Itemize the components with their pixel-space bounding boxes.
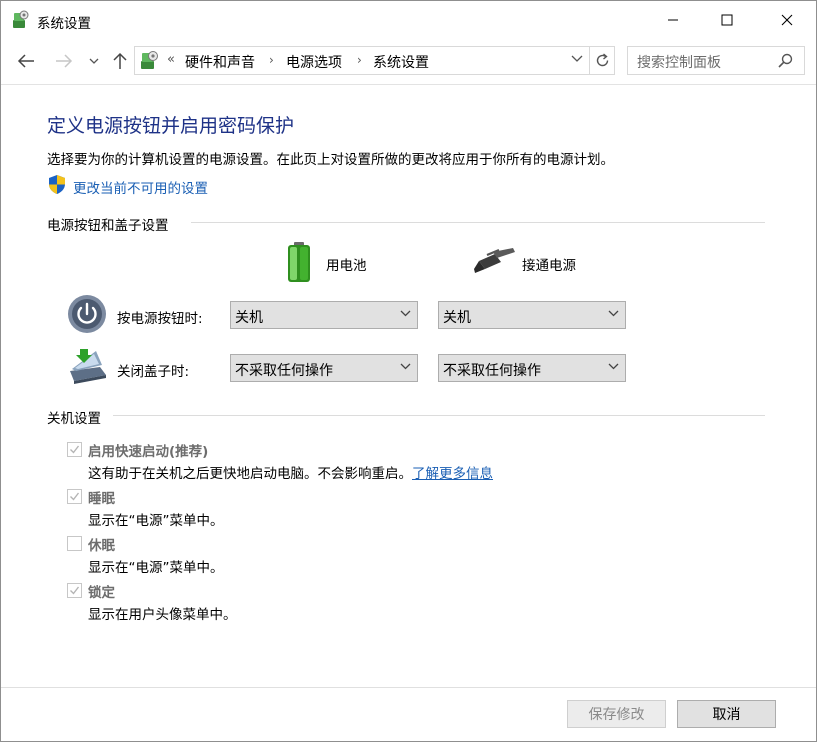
lock-label: 锁定 bbox=[88, 585, 115, 601]
hibernate-description: 显示在“电源”菜单中。 bbox=[88, 560, 224, 576]
battery-column-header: 用电池 bbox=[326, 258, 367, 274]
fast-startup-description: 这有助于在关机之后更快地启动电脑。不会影响重启。了解更多信息 bbox=[88, 462, 493, 482]
power-button-plugged-select[interactable]: 关机 bbox=[438, 301, 626, 329]
refresh-button[interactable] bbox=[590, 46, 615, 75]
breadcrumb-overflow[interactable]: « bbox=[167, 52, 175, 67]
power-button-icon bbox=[68, 295, 106, 333]
uac-shield-icon bbox=[49, 175, 65, 194]
refresh-icon bbox=[596, 53, 608, 67]
close-icon bbox=[781, 14, 793, 26]
selected-value: 关机 bbox=[235, 310, 263, 326]
window-title: 系统设置 bbox=[37, 16, 91, 32]
breadcrumb-separator[interactable]: › bbox=[357, 53, 362, 67]
hibernate-label: 休眠 bbox=[88, 538, 115, 554]
control-panel-icon bbox=[141, 51, 158, 69]
address-dropdown-button[interactable] bbox=[571, 52, 583, 66]
maximize-button[interactable] bbox=[704, 1, 750, 39]
selected-value: 不采取任何操作 bbox=[443, 363, 541, 379]
power-button-label: 按电源按钮时: bbox=[117, 311, 203, 327]
chevron-down-icon bbox=[89, 58, 99, 64]
address-bar[interactable]: « 硬件和声音 › 电源选项 › 系统设置 bbox=[134, 46, 590, 75]
breadcrumb-power-options[interactable]: 电源选项 bbox=[286, 52, 342, 72]
plugged-in-column-header: 接通电源 bbox=[522, 258, 576, 274]
control-panel-icon bbox=[13, 10, 29, 28]
power-section-heading: 电源按钮和盖子设置 bbox=[47, 214, 169, 234]
page-description: 选择要为你的计算机设置的电源设置。在此页上对设置所做的更改将应用于你所有的电源计… bbox=[47, 152, 614, 168]
sleep-description: 显示在“电源”菜单中。 bbox=[88, 513, 224, 529]
selected-value: 不采取任何操作 bbox=[235, 363, 333, 379]
page-title: 定义电源按钮并启用密码保护 bbox=[47, 115, 295, 137]
forward-arrow-icon bbox=[56, 54, 73, 68]
footer-divider bbox=[1, 687, 816, 688]
hibernate-checkbox[interactable] bbox=[67, 536, 82, 551]
chevron-down-icon bbox=[400, 363, 411, 370]
lid-close-label: 关闭盖子时: bbox=[117, 364, 190, 380]
laptop-lid-icon bbox=[70, 349, 106, 384]
navigation-bar: « 硬件和声音 › 电源选项 › 系统设置 搜索控制面板 bbox=[1, 39, 816, 85]
lock-description: 显示在用户头像菜单中。 bbox=[88, 607, 237, 623]
fast-startup-description-text: 这有助于在关机之后更快地启动电脑。不会影响重启。 bbox=[88, 466, 412, 482]
fast-startup-label: 启用快速启动(推荐) bbox=[88, 444, 209, 460]
search-box[interactable]: 搜索控制面板 bbox=[627, 46, 805, 75]
sleep-label: 睡眠 bbox=[88, 491, 115, 507]
battery-icon bbox=[288, 242, 310, 282]
shutdown-section-heading: 关机设置 bbox=[47, 407, 101, 427]
save-changes-button[interactable]: 保存修改 bbox=[567, 700, 666, 728]
power-plug-icon bbox=[474, 248, 515, 273]
chevron-down-icon bbox=[608, 363, 619, 370]
back-button[interactable] bbox=[13, 49, 39, 73]
power-button-battery-select[interactable]: 关机 bbox=[230, 301, 418, 329]
fast-startup-checkbox[interactable] bbox=[67, 442, 82, 457]
forward-button[interactable] bbox=[51, 49, 77, 73]
title-bar: 系统设置 bbox=[1, 1, 816, 39]
chevron-down-icon bbox=[608, 310, 619, 317]
breadcrumb-system-settings[interactable]: 系统设置 bbox=[373, 52, 429, 72]
close-button[interactable] bbox=[764, 1, 810, 39]
checkmark-icon bbox=[70, 445, 80, 454]
chevron-down-icon bbox=[571, 55, 583, 62]
lock-checkbox[interactable] bbox=[67, 583, 82, 598]
sleep-checkbox[interactable] bbox=[67, 489, 82, 504]
minimize-button[interactable] bbox=[650, 1, 696, 39]
lid-close-battery-select[interactable]: 不采取任何操作 bbox=[230, 354, 418, 382]
minimize-icon bbox=[668, 19, 678, 21]
cancel-button[interactable]: 取消 bbox=[677, 700, 776, 728]
up-button[interactable] bbox=[107, 49, 133, 73]
section-divider bbox=[191, 222, 765, 223]
chevron-down-icon bbox=[400, 310, 411, 317]
search-icon bbox=[778, 53, 793, 68]
breadcrumb-separator[interactable]: › bbox=[269, 53, 274, 67]
search-placeholder: 搜索控制面板 bbox=[637, 55, 721, 71]
breadcrumb-hardware-sound[interactable]: 硬件和声音 bbox=[185, 52, 255, 72]
maximize-icon bbox=[721, 14, 733, 26]
up-arrow-icon bbox=[113, 52, 127, 69]
lid-close-plugged-select[interactable]: 不采取任何操作 bbox=[438, 354, 626, 382]
window: 系统设置 « 硬件和声音 › 电源选项 › 系统设置 搜索控制面板 定义电源按钮… bbox=[0, 0, 817, 742]
learn-more-link[interactable]: 了解更多信息 bbox=[412, 466, 493, 482]
back-arrow-icon bbox=[17, 54, 34, 68]
checkmark-icon bbox=[70, 492, 80, 501]
selected-value: 关机 bbox=[443, 310, 471, 326]
checkmark-icon bbox=[70, 586, 80, 595]
section-divider bbox=[113, 415, 765, 416]
recent-locations-button[interactable] bbox=[85, 49, 103, 73]
change-link-label[interactable]: 更改当前不可用的设置 bbox=[73, 177, 208, 197]
